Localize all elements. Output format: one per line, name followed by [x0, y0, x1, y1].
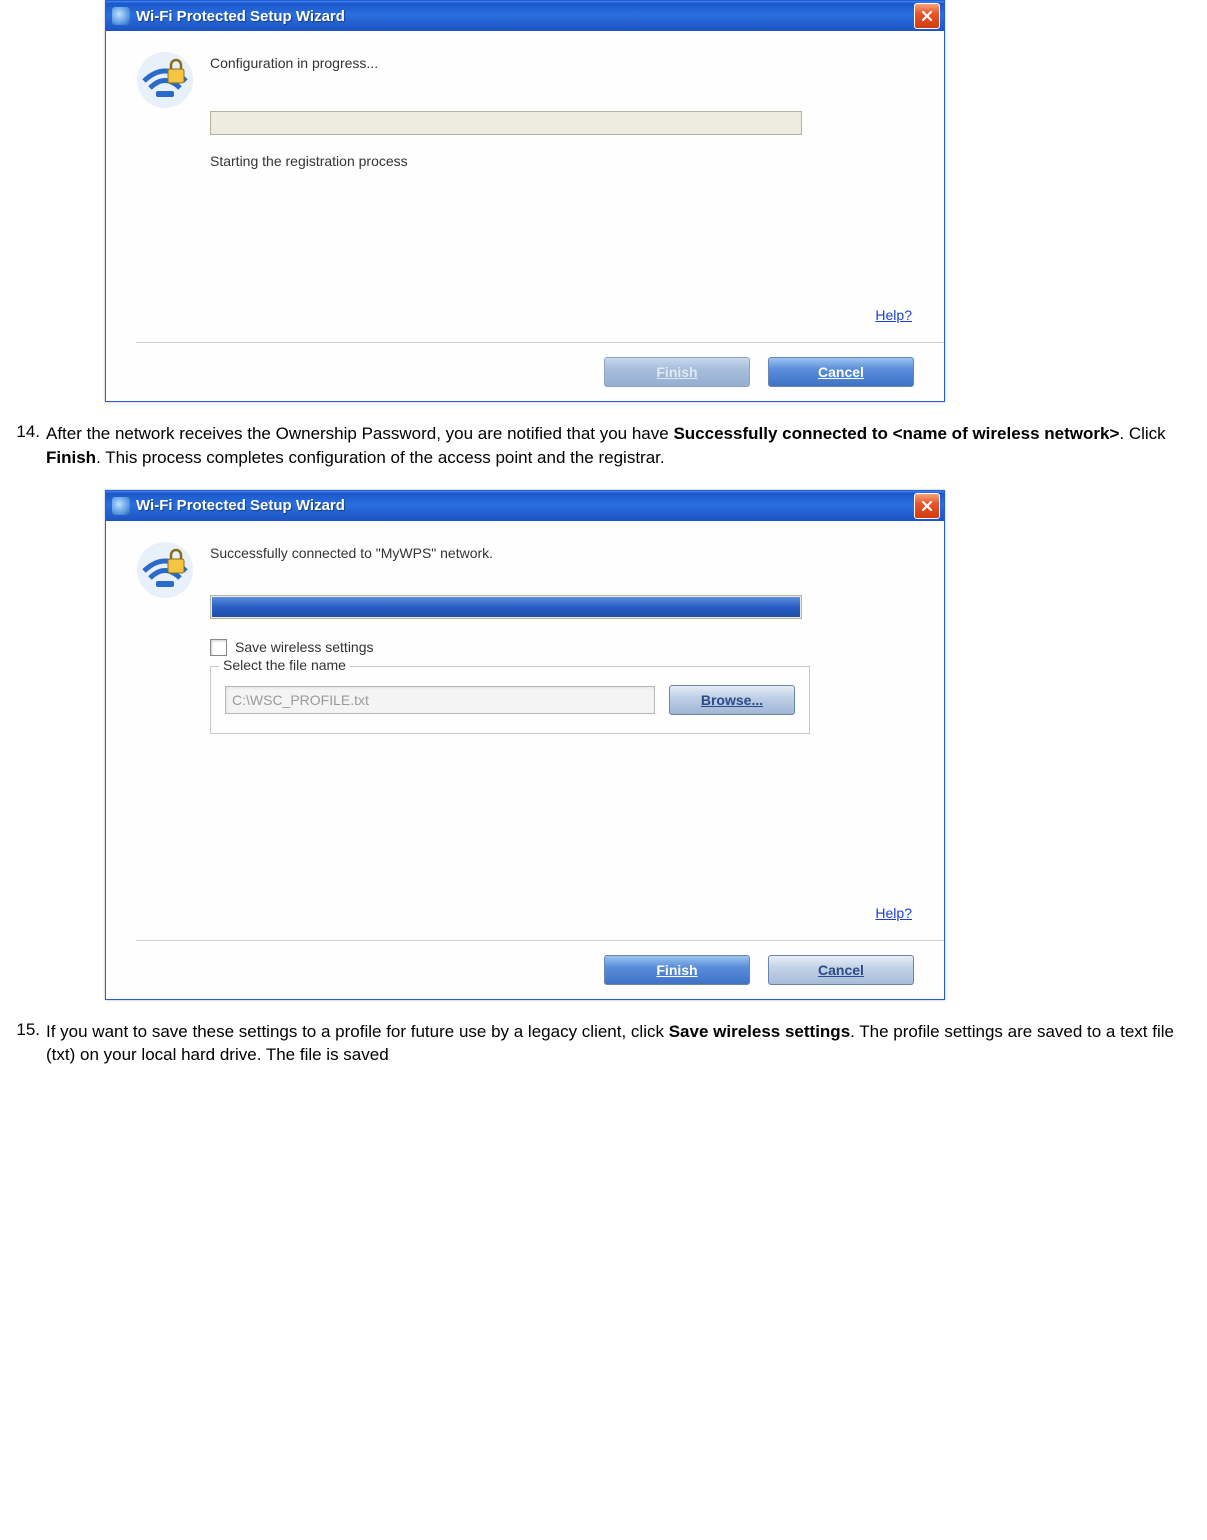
close-icon: [921, 10, 933, 22]
cancel-button[interactable]: Cancel: [768, 357, 914, 387]
step-text: If you want to save these settings to a …: [46, 1020, 1207, 1068]
close-button[interactable]: [914, 3, 940, 29]
step-text: After the network receives the Ownership…: [46, 422, 1207, 470]
wifi-lock-icon: [136, 51, 194, 109]
step-number: 14.: [0, 422, 46, 442]
progress-bar: [210, 111, 802, 135]
finish-button[interactable]: Finish: [604, 955, 750, 985]
close-icon: [921, 500, 933, 512]
step-number: 15.: [0, 1020, 46, 1040]
save-settings-label: Save wireless settings: [235, 639, 374, 655]
titlebar[interactable]: Wi-Fi Protected Setup Wizard: [106, 491, 944, 521]
app-icon: [112, 7, 130, 25]
progress-message: Configuration in progress...: [210, 55, 914, 71]
browse-button[interactable]: Browse...: [669, 685, 795, 715]
help-link[interactable]: Help?: [875, 307, 912, 323]
file-name-groupbox: Select the file name C:\WSC_PROFILE.txt …: [210, 666, 810, 734]
wifi-lock-icon: [136, 541, 194, 599]
save-settings-checkbox[interactable]: [210, 639, 227, 656]
help-link[interactable]: Help?: [875, 905, 912, 921]
instruction-step-15: 15. If you want to save these settings t…: [0, 1020, 1207, 1068]
button-bar: Finish Cancel: [136, 342, 944, 387]
wizard-window-progress: Wi-Fi Protected Setup Wizard: [105, 0, 945, 402]
progress-bar-complete: [210, 595, 802, 619]
finish-button[interactable]: Finish: [604, 357, 750, 387]
instruction-step-14: 14. After the network receives the Owner…: [0, 422, 1207, 470]
groupbox-title: Select the file name: [219, 657, 350, 673]
cancel-button[interactable]: Cancel: [768, 955, 914, 985]
button-bar: Finish Cancel: [136, 940, 944, 985]
success-message: Successfully connected to "MyWPS" networ…: [210, 545, 914, 561]
wizard-window-success: Wi-Fi Protected Setup Wizard: [105, 490, 945, 1000]
file-path-input[interactable]: C:\WSC_PROFILE.txt: [225, 686, 655, 714]
window-body: Successfully connected to "MyWPS" networ…: [106, 521, 944, 999]
titlebar[interactable]: Wi-Fi Protected Setup Wizard: [106, 1, 944, 31]
app-icon: [112, 497, 130, 515]
window-title: Wi-Fi Protected Setup Wizard: [136, 497, 914, 514]
close-button[interactable]: [914, 493, 940, 519]
progress-status: Starting the registration process: [210, 153, 914, 169]
window-title: Wi-Fi Protected Setup Wizard: [136, 8, 914, 25]
window-body: Configuration in progress... Starting th…: [106, 31, 944, 401]
